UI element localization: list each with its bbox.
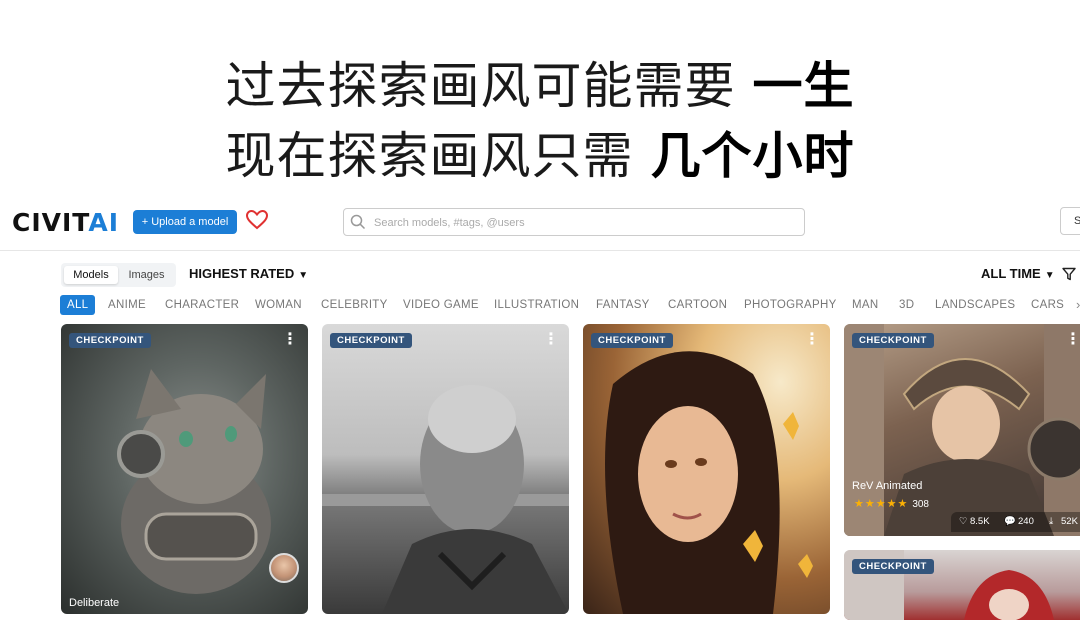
tag-landscapes[interactable]: LANDSCAPES (935, 295, 1015, 315)
time-period-dropdown[interactable]: ALL TIME ▼ (981, 266, 1055, 281)
sort-dropdown[interactable]: HIGHEST RATED ▼ (189, 266, 308, 281)
tag-illustration[interactable]: ILLUSTRATION (494, 295, 579, 315)
more-options-icon[interactable]: ⋮ (1065, 332, 1080, 348)
tag-filter-bar: ALL ANIME CHARACTER WOMAN CELEBRITY VIDE… (60, 295, 1080, 315)
model-name: Deliberate (69, 597, 120, 609)
sort-label: HIGHEST RATED (189, 266, 295, 281)
filter-icon[interactable] (1062, 267, 1076, 281)
tag-celebrity[interactable]: CELEBRITY (321, 295, 388, 315)
headline-line-2-emphasis: 几个小时 (650, 127, 855, 185)
tag-woman[interactable]: WOMAN (255, 295, 302, 315)
more-options-icon[interactable]: ⋮ (282, 332, 298, 348)
heart-icon[interactable] (245, 208, 269, 232)
model-card[interactable]: CHECKPOINT ⋮ Deliberate (61, 324, 308, 614)
tag-cartoon[interactable]: CARTOON (668, 295, 727, 315)
top-navigation-bar: CIVITAI + Upload a model S (0, 196, 1080, 251)
like-count: 8.5K (970, 516, 990, 527)
upload-model-button[interactable]: + Upload a model (133, 210, 237, 234)
tag-video-game[interactable]: VIDEO GAME (403, 295, 479, 315)
headline-line-1-emphasis: 一生 (752, 57, 855, 115)
chevron-down-icon: ▼ (1044, 270, 1055, 281)
model-stats: ♡ 8.5K 💬 240 ⤓ 52K (951, 512, 1080, 532)
model-card[interactable]: CHECKPOINT (844, 550, 1080, 620)
search-input[interactable] (372, 212, 796, 234)
segment-models[interactable]: Models (64, 266, 118, 284)
rating-stars: ★★★★★ 308 (854, 498, 929, 510)
headline-line-2-text: 现在探索画风只需 (225, 127, 634, 185)
like-icon: ♡ (959, 516, 968, 527)
download-icon: ⤓ (1049, 516, 1054, 527)
checkpoint-badge: CHECKPOINT (852, 559, 934, 574)
tag-anime[interactable]: ANIME (108, 295, 146, 315)
model-name: ReV Animated (852, 480, 923, 492)
time-label: ALL TIME (981, 266, 1041, 281)
checkpoint-badge: CHECKPOINT (69, 333, 151, 348)
comment-count: 240 (1018, 516, 1034, 527)
tag-3d[interactable]: 3D (899, 295, 914, 315)
download-count: 52K (1061, 516, 1078, 527)
search-bar[interactable] (343, 208, 805, 236)
sign-in-button[interactable]: S (1060, 207, 1080, 235)
content-type-switch: Models Images (61, 263, 176, 287)
rating-count: 308 (912, 499, 929, 510)
checkpoint-badge: CHECKPOINT (330, 333, 412, 348)
site-logo[interactable]: CIVITAI (12, 208, 119, 237)
logo-main-text: CIVIT (12, 208, 89, 237)
tag-all[interactable]: ALL (60, 295, 96, 315)
search-icon (350, 214, 366, 230)
tag-man[interactable]: MAN (852, 295, 878, 315)
model-card[interactable]: CHECKPOINT ⋮ (322, 324, 569, 614)
creator-avatar[interactable] (269, 553, 299, 583)
model-card[interactable]: CHECKPOINT ⋮ (583, 324, 830, 614)
more-options-icon[interactable]: ⋮ (804, 332, 820, 348)
checkpoint-badge: CHECKPOINT (852, 333, 934, 348)
checkpoint-badge: CHECKPOINT (591, 333, 673, 348)
tag-character[interactable]: CHARACTER (165, 295, 239, 315)
chevron-right-icon[interactable]: › (1076, 295, 1080, 315)
logo-accent-text: AI (88, 208, 120, 237)
tag-cars[interactable]: CARS (1031, 295, 1064, 315)
tag-fantasy[interactable]: FANTASY (596, 295, 650, 315)
headline-line-2: 现在探索画风只需 几个小时 (0, 116, 1080, 188)
more-options-icon[interactable]: ⋮ (543, 332, 559, 348)
comment-icon: 💬 (1004, 516, 1016, 527)
model-card[interactable]: CHECKPOINT ⋮ ReV Animated ★★★★★ 308 ♡ 8.5… (844, 324, 1080, 536)
segment-images[interactable]: Images (120, 266, 173, 284)
headline-line-1-text: 过去探索画风可能需要 (225, 57, 736, 115)
woman-butterflies-image (605, 351, 813, 614)
portrait-man-image (322, 385, 569, 614)
chevron-down-icon: ▼ (298, 270, 309, 281)
tag-photography[interactable]: PHOTOGRAPHY (744, 295, 837, 315)
headline-line-1: 过去探索画风可能需要 一生 (0, 46, 1080, 118)
